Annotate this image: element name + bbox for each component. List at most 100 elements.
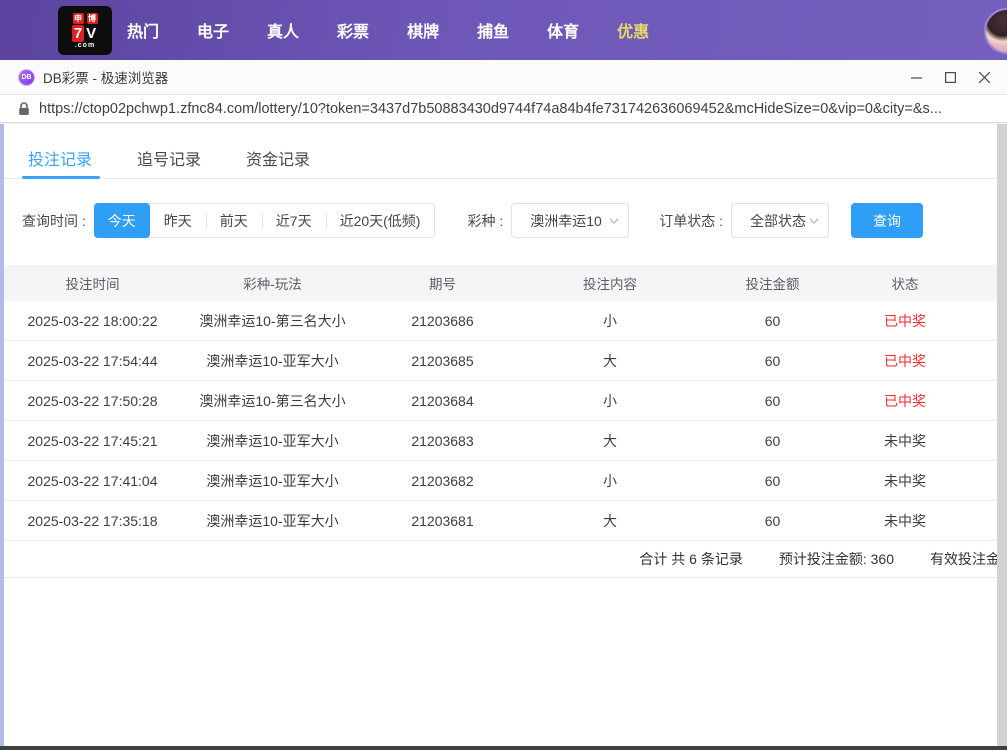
cell-status: 已中奖 [850, 311, 960, 331]
window-bottom-edge [0, 746, 1007, 750]
order-status-select[interactable]: 全部状态 [731, 203, 829, 238]
column-header-投注时间: 投注时间 [0, 273, 185, 293]
cell-content: 大 [525, 511, 695, 531]
cell-game: 澳洲幸运10-亚军大小 [185, 351, 360, 371]
cell-amount: 60 [695, 433, 850, 449]
nav-item-彩票[interactable]: 彩票 [337, 18, 369, 42]
address-bar[interactable]: https://ctop02pchwp1.zfnc84.com/lottery/… [0, 95, 1007, 123]
table-header: 投注时间彩种-玩法期号投注内容投注金额状态 [0, 265, 997, 301]
cell-content: 小 [525, 391, 695, 411]
tab-投注记录[interactable]: 投注记录 [28, 138, 92, 179]
site-header: 申 博 7 V .com 热门 电子 真人 彩票 棋牌 捕鱼 体育 优惠 [0, 0, 1007, 60]
time-option-近20天(低频)[interactable]: 近20天(低频) [326, 204, 435, 237]
cell-time: 2025-03-22 17:54:44 [0, 353, 185, 369]
logo-main: 7 V [72, 25, 98, 42]
cell-status: 已中奖 [850, 351, 960, 371]
column-header-期号: 期号 [360, 273, 525, 293]
logo-badge-left: 申 [73, 13, 84, 24]
user-avatar[interactable] [984, 8, 1007, 54]
cell-content: 小 [525, 471, 695, 491]
cell-issue: 21203684 [360, 393, 525, 409]
status-filter-label: 订单状态 : [659, 211, 723, 231]
cell-status: 未中奖 [850, 511, 960, 531]
column-header-投注内容: 投注内容 [525, 273, 695, 293]
cell-issue: 21203686 [360, 313, 525, 329]
search-button[interactable]: 查询 [851, 203, 923, 238]
cell-issue: 21203681 [360, 513, 525, 529]
close-button[interactable] [967, 60, 1001, 95]
logo-seven: 7 [72, 25, 84, 42]
lottery-select[interactable]: 澳洲幸运10 [511, 203, 629, 238]
filter-bar: 查询时间 : 今天昨天前天近7天近20天(低频) 彩种 : 澳洲幸运10 订单状… [0, 203, 997, 238]
status-select-value: 全部状态 [732, 211, 806, 231]
cell-amount: 60 [695, 473, 850, 489]
table-summary: 合计 共 6 条记录 预计投注金额: 360 有效投注金额 [0, 541, 1007, 578]
tab-bar: 投注记录 追号记录 资金记录 [0, 138, 997, 179]
column-header-投注金额: 投注金额 [695, 273, 850, 293]
chevron-down-icon [809, 218, 819, 224]
table-row: 2025-03-22 18:00:22澳洲幸运10-第三名大小21203686小… [0, 301, 997, 341]
time-filter-group: 今天昨天前天近7天近20天(低频) [94, 203, 436, 238]
cell-amount: 60 [695, 513, 850, 529]
nav-item-真人[interactable]: 真人 [267, 18, 299, 42]
window-controls [899, 60, 1001, 95]
time-option-昨天[interactable]: 昨天 [150, 204, 206, 237]
tab-资金记录[interactable]: 资金记录 [246, 138, 310, 179]
summary-total: 合计 共 6 条记录 [639, 549, 742, 569]
cell-status: 已中奖 [850, 391, 960, 411]
column-header-状态: 状态 [850, 273, 960, 293]
cell-game: 澳洲幸运10-第三名大小 [185, 311, 360, 331]
nav-item-热门[interactable]: 热门 [127, 18, 159, 42]
nav-item-电子[interactable]: 电子 [197, 18, 229, 42]
chevron-down-icon [609, 218, 619, 224]
logo-com: .com [75, 42, 95, 49]
cell-content: 小 [525, 311, 695, 331]
main-nav: 热门 电子 真人 彩票 棋牌 捕鱼 体育 优惠 [127, 0, 649, 60]
table-row: 2025-03-22 17:41:04澳洲幸运10-亚军大小21203682小6… [0, 461, 997, 501]
lottery-select-value: 澳洲幸运10 [512, 211, 602, 231]
cell-time: 2025-03-22 17:35:18 [0, 513, 185, 529]
cell-time: 2025-03-22 17:50:28 [0, 393, 185, 409]
summary-expected-amount: 预计投注金额: 360 [779, 549, 894, 569]
cell-time: 2025-03-22 18:00:22 [0, 313, 185, 329]
cell-time: 2025-03-22 17:45:21 [0, 433, 185, 449]
table-row: 2025-03-22 17:45:21澳洲幸运10-亚军大小21203683大6… [0, 421, 997, 461]
lock-icon [18, 102, 30, 116]
site-logo[interactable]: 申 博 7 V .com [58, 6, 112, 55]
time-filter-label: 查询时间 : [22, 211, 86, 231]
table-row: 2025-03-22 17:50:28澳洲幸运10-第三名大小21203684小… [0, 381, 997, 421]
cell-issue: 21203682 [360, 473, 525, 489]
time-option-今天[interactable]: 今天 [94, 203, 150, 238]
tab-追号记录[interactable]: 追号记录 [137, 138, 201, 179]
cell-amount: 60 [695, 353, 850, 369]
close-icon [979, 72, 990, 83]
page-scrollbar[interactable] [997, 124, 1007, 746]
active-tab-underline [22, 176, 100, 179]
table-body: 2025-03-22 18:00:22澳洲幸运10-第三名大小21203686小… [0, 301, 997, 541]
cell-game: 澳洲幸运10-第三名大小 [185, 391, 360, 411]
time-option-前天[interactable]: 前天 [206, 204, 262, 237]
logo-badges: 申 博 [73, 13, 98, 24]
minimize-button[interactable] [899, 60, 933, 95]
cell-game: 澳洲幸运10-亚军大小 [185, 471, 360, 491]
page-content: 投注记录 追号记录 资金记录 查询时间 : 今天昨天前天近7天近20天(低频) 彩种… [0, 124, 1007, 746]
time-option-近7天[interactable]: 近7天 [262, 204, 326, 237]
nav-item-优惠[interactable]: 优惠 [617, 18, 649, 42]
browser-titlebar: DB DB彩票 - 极速浏览器 [0, 60, 1007, 95]
lottery-filter-label: 彩种 : [467, 211, 503, 231]
cell-amount: 60 [695, 313, 850, 329]
favicon-icon: DB [18, 69, 35, 86]
window-left-edge [0, 124, 4, 746]
url-text: https://ctop02pchwp1.zfnc84.com/lottery/… [39, 101, 942, 117]
cell-issue: 21203685 [360, 353, 525, 369]
nav-item-捕鱼[interactable]: 捕鱼 [477, 18, 509, 42]
cell-status: 未中奖 [850, 471, 960, 491]
maximize-icon [945, 72, 956, 83]
logo-vee: V [84, 25, 98, 42]
table-row: 2025-03-22 17:54:44澳洲幸运10-亚军大小21203685大6… [0, 341, 997, 381]
bet-records-table: 投注时间彩种-玩法期号投注内容投注金额状态 2025-03-22 18:00:2… [0, 265, 997, 578]
nav-item-体育[interactable]: 体育 [547, 18, 579, 42]
maximize-button[interactable] [933, 60, 967, 95]
window-title: DB彩票 - 极速浏览器 [43, 67, 168, 87]
nav-item-棋牌[interactable]: 棋牌 [407, 18, 439, 42]
